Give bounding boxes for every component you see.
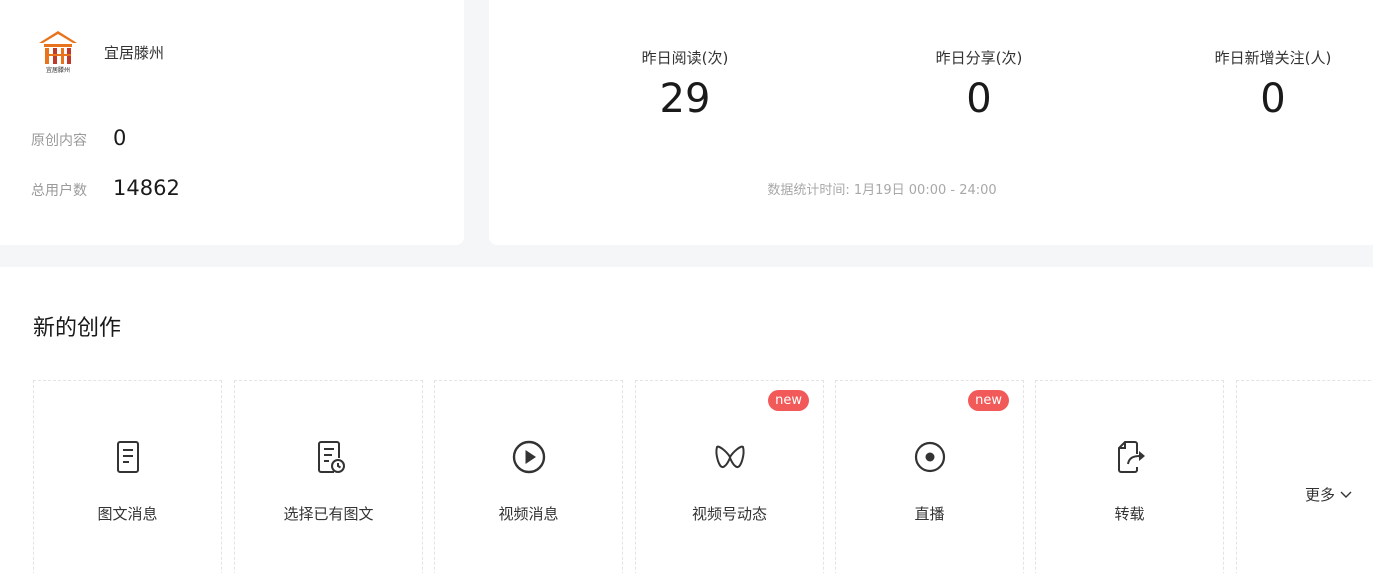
section-title: 新的创作 <box>33 316 122 341</box>
tile-live[interactable]: new 直播 <box>835 380 1024 573</box>
total-users-value: 14862 <box>113 176 180 200</box>
share-doc-icon <box>1117 441 1145 473</box>
tile-video[interactable]: 视频消息 <box>434 380 623 573</box>
tile-live-label: 直播 <box>914 505 945 523</box>
tile-repost-label: 转载 <box>1114 505 1145 523</box>
metric-reads-label: 昨日阅读(次) <box>641 49 729 67</box>
tile-more: 更多 <box>1236 380 1373 573</box>
yesterday-stats-card: 昨日阅读(次) 29 昨日分享(次) 0 昨日新增关注(人) 0 数据统计时间:… <box>489 0 1373 245</box>
new-badge: new <box>968 390 1009 411</box>
more-label: 更多 <box>1305 486 1336 504</box>
tile-select-existing[interactable]: 选择已有图文 <box>234 380 423 573</box>
account-logo[interactable]: 宜居滕州 <box>36 29 80 75</box>
tile-repost[interactable]: 转载 <box>1035 380 1224 573</box>
tile-select-existing-label: 选择已有图文 <box>283 505 374 523</box>
metric-new-followers: 昨日新增关注(人) 0 <box>1173 47 1373 121</box>
stat-time-note: 数据统计时间: 1月19日 00:00 - 24:00 <box>767 183 997 198</box>
metric-reads: 昨日阅读(次) 29 <box>585 47 785 121</box>
live-dot-icon <box>914 441 945 473</box>
metric-new-followers-value: 0 <box>1260 76 1286 122</box>
chevron-down-icon <box>1340 491 1352 498</box>
play-circle-icon <box>512 440 545 474</box>
logo-text: 宜居滕州 <box>46 66 70 74</box>
metric-shares: 昨日分享(次) 0 <box>879 47 1079 121</box>
channels-icon <box>715 445 744 468</box>
total-users-label: 总用户数 <box>31 183 87 199</box>
document-clock-icon <box>317 441 345 473</box>
tile-video-label: 视频消息 <box>498 505 559 523</box>
original-content-label: 原创内容 <box>31 133 87 149</box>
new-creation-panel: 新的创作 图文消息 选择已有图文 视频消息 new 视频号动态 new 直播 转… <box>0 267 1373 573</box>
account-card: 宜居滕州 宜居滕州 原创内容 0 总用户数 14862 <box>0 0 464 245</box>
original-content-row: 原创内容 0 <box>31 126 126 150</box>
tile-article-label: 图文消息 <box>97 505 158 523</box>
original-content-value: 0 <box>113 126 127 150</box>
metric-new-followers-label: 昨日新增关注(人) <box>1214 49 1332 67</box>
metric-reads-value: 29 <box>659 76 711 122</box>
metric-shares-value: 0 <box>966 76 992 122</box>
document-icon <box>116 441 139 473</box>
tile-article[interactable]: 图文消息 <box>33 380 222 573</box>
total-users-row: 总用户数 14862 <box>31 176 180 200</box>
metric-shares-label: 昨日分享(次) <box>935 49 1023 67</box>
account-name[interactable]: 宜居滕州 <box>104 42 164 63</box>
new-badge: new <box>768 390 809 411</box>
tile-channels-label: 视频号动态 <box>691 505 767 523</box>
tile-channels[interactable]: new 视频号动态 <box>635 380 824 573</box>
more-button[interactable]: 更多 <box>1305 484 1352 505</box>
